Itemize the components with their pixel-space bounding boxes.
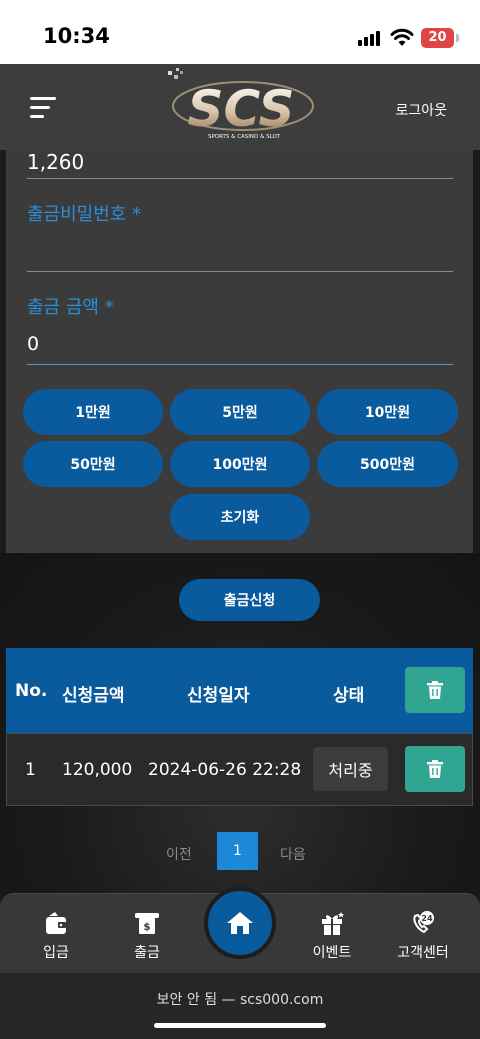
nav-support-label: 고객센터 — [397, 945, 449, 961]
logout-button[interactable]: 로그아웃 — [395, 100, 447, 120]
home-button[interactable] — [204, 887, 276, 959]
password-underline — [27, 271, 453, 272]
nav-deposit[interactable]: 입금 — [16, 894, 96, 974]
browser-address-bar: 보안 안 됨 — scs000.com — [0, 973, 480, 1039]
header-date: 신청일자 — [187, 686, 250, 706]
balance-value: 1,260 — [27, 150, 85, 174]
delete-all-button[interactable] — [405, 667, 465, 713]
withdraw-submit-button[interactable]: 출금신청 — [179, 579, 320, 621]
pagination-prev[interactable]: 이전 — [166, 844, 192, 864]
amount-field[interactable]: 0 — [27, 333, 39, 355]
row-amount: 120,000 — [62, 760, 133, 780]
table-row: 1 120,000 2024-06-26 22:28 처리중 — [6, 733, 473, 806]
atm-cash-icon: $ — [135, 913, 159, 934]
reset-button[interactable]: 초기화 — [170, 494, 310, 540]
trash-icon — [427, 760, 443, 778]
nav-event[interactable]: 이벤트 — [292, 894, 372, 974]
pagination-current[interactable]: 1 — [217, 832, 258, 870]
wifi-icon — [390, 28, 414, 46]
nav-support[interactable]: 24 고객센터 — [383, 894, 463, 974]
amount-100k-button[interactable]: 10만원 — [317, 389, 458, 435]
battery-icon: 20 — [421, 28, 454, 48]
scs-logo[interactable]: SCS SPORTS & CASINO & SLOT — [158, 68, 324, 148]
logo-text: SCS — [188, 80, 295, 138]
amount-1m-button[interactable]: 100만원 — [170, 441, 310, 487]
support-24-icon: 24 — [413, 911, 434, 934]
nav-withdraw[interactable]: $ 출금 — [107, 894, 187, 974]
browser-url[interactable]: 보안 안 됨 — scs000.com — [0, 989, 480, 1009]
battery-cap — [456, 34, 459, 42]
pagination-next[interactable]: 다음 — [280, 844, 306, 864]
wallet-icon — [46, 912, 66, 934]
withdraw-history-table: No. 신청금액 신청일자 상태 1 120,000 2024-06-26 22… — [6, 648, 473, 806]
menu-icon[interactable] — [30, 97, 56, 119]
status-bar: 10:34 20 — [0, 0, 480, 64]
row-no: 1 — [25, 760, 36, 780]
amount-5m-button[interactable]: 500만원 — [317, 441, 458, 487]
delete-row-button[interactable] — [405, 746, 465, 792]
status-time: 10:34 — [43, 24, 110, 48]
table-header: No. 신청금액 신청일자 상태 — [6, 648, 473, 733]
nav-deposit-label: 입금 — [43, 945, 69, 961]
status-badge: 처리중 — [313, 747, 388, 791]
svg-text:$: $ — [144, 922, 151, 933]
amount-underline — [27, 364, 453, 365]
withdraw-form: 1,260 출금비밀번호 * 출금 금액 * 0 1만원 5만원 10만원 50… — [6, 150, 473, 553]
password-label: 출금비밀번호 * — [27, 204, 142, 225]
amount-500k-button[interactable]: 50만원 — [23, 441, 163, 487]
app-header: SCS SPORTS & CASINO & SLOT 로그아웃 — [0, 64, 480, 150]
home-indicator[interactable] — [154, 1023, 326, 1028]
nav-withdraw-label: 출금 — [134, 945, 160, 961]
amount-10k-button[interactable]: 1만원 — [23, 389, 163, 435]
signal-icon — [358, 30, 384, 46]
header-no: No. — [15, 681, 48, 701]
gift-icon — [322, 912, 344, 935]
header-amount: 신청금액 — [62, 686, 125, 706]
trash-icon — [427, 681, 443, 699]
amount-label: 출금 금액 * — [27, 297, 114, 318]
amount-50k-button[interactable]: 5만원 — [170, 389, 310, 435]
header-status: 상태 — [333, 686, 365, 706]
logo-tagline: SPORTS & CASINO & SLOT — [208, 134, 281, 140]
nav-event-label: 이벤트 — [312, 945, 352, 961]
svg-text:24: 24 — [421, 914, 433, 923]
row-date: 2024-06-26 22:28 — [148, 760, 302, 780]
balance-underline — [27, 178, 453, 179]
home-icon — [227, 912, 253, 934]
